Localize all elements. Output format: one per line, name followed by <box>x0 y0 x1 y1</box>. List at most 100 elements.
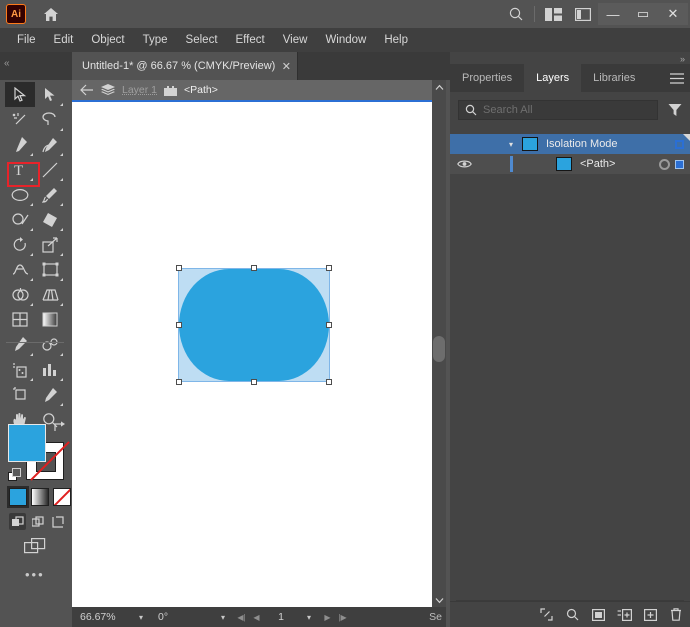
type-tool[interactable]: T <box>5 157 35 182</box>
scroll-up-arrow-icon[interactable] <box>432 80 446 94</box>
selection-handle[interactable] <box>326 379 332 385</box>
artboard-tool[interactable] <box>5 382 35 407</box>
page-number-field[interactable]: 1 <box>264 611 298 623</box>
target-icon[interactable] <box>659 158 670 170</box>
previous-page-button[interactable]: ◀ <box>249 613 264 622</box>
shape-builder-tool[interactable] <box>5 282 35 307</box>
close-icon[interactable]: ✕ <box>275 52 297 80</box>
search-input[interactable]: Search All <box>458 100 658 120</box>
scale-tool[interactable] <box>35 232 65 257</box>
layer-row-path[interactable]: <Path> <box>450 154 690 174</box>
filter-funnel-icon[interactable] <box>666 100 684 120</box>
column-graph-tool[interactable] <box>35 357 65 382</box>
breadcrumb-layer-label[interactable]: Layer 1 <box>122 84 157 96</box>
artboard[interactable] <box>72 102 446 607</box>
direct-selection-tool[interactable] <box>35 82 65 107</box>
panel-menu-icon[interactable] <box>664 64 690 92</box>
search-layer-icon[interactable] <box>564 607 580 623</box>
eraser-tool[interactable] <box>35 207 65 232</box>
color-mode-gradient[interactable] <box>31 488 49 506</box>
selection-handle[interactable] <box>251 379 257 385</box>
menu-item-window[interactable]: Window <box>316 28 375 52</box>
menu-item-select[interactable]: Select <box>177 28 227 52</box>
lasso-tool[interactable] <box>35 107 65 132</box>
maximize-button[interactable]: ▭ <box>628 3 658 25</box>
eyedropper-tool[interactable] <box>5 332 35 357</box>
selection-handle[interactable] <box>251 265 257 271</box>
layer-row-isolation-mode[interactable]: ▾ Isolation Mode <box>450 134 690 154</box>
swap-fill-stroke-icon[interactable] <box>53 420 66 433</box>
arrange-documents-icon[interactable] <box>538 0 568 28</box>
menu-item-object[interactable]: Object <box>82 28 133 52</box>
chevron-down-icon[interactable]: ▾ <box>509 140 513 149</box>
rotation-dropdown-chevron-down-icon[interactable]: ▾ <box>212 613 234 622</box>
draw-inside-mode[interactable] <box>49 513 66 530</box>
next-page-button[interactable]: ▶ <box>320 613 335 622</box>
close-button[interactable]: ✕ <box>658 3 688 25</box>
line-segment-tool[interactable] <box>35 157 65 182</box>
new-sublayer-icon[interactable] <box>616 607 632 623</box>
new-layer-icon[interactable] <box>642 607 658 623</box>
tab-layers[interactable]: Layers <box>524 64 582 92</box>
tab-libraries[interactable]: Libraries <box>581 64 647 92</box>
first-page-button[interactable]: ◀| <box>234 613 249 622</box>
selection-handle[interactable] <box>176 265 182 271</box>
draw-behind-mode[interactable] <box>29 513 46 530</box>
eye-icon[interactable] <box>450 159 478 169</box>
zoom-level-value[interactable]: 66.67% <box>72 611 130 623</box>
make-mask-icon[interactable] <box>590 607 606 623</box>
width-tool[interactable] <box>5 257 35 282</box>
draw-normal-mode[interactable] <box>9 513 26 530</box>
canvas-area[interactable] <box>72 102 446 607</box>
curvature-tool[interactable] <box>35 132 65 157</box>
perspective-grid-tool[interactable] <box>35 282 65 307</box>
more-tools-icon[interactable]: ••• <box>25 567 45 582</box>
menu-item-edit[interactable]: Edit <box>45 28 83 52</box>
magic-wand-tool[interactable] <box>5 107 35 132</box>
layer-name[interactable]: <Path> <box>580 158 615 170</box>
pen-tool[interactable] <box>5 132 35 157</box>
color-mode-none[interactable] <box>53 488 71 506</box>
selection-handle[interactable] <box>176 322 182 328</box>
locate-object-icon[interactable] <box>538 607 554 623</box>
panel-grabber[interactable] <box>433 336 445 362</box>
selection-tool[interactable] <box>5 82 35 107</box>
menu-item-file[interactable]: File <box>8 28 45 52</box>
selection-indicator[interactable] <box>675 159 684 169</box>
color-mode-color[interactable] <box>7 486 29 508</box>
paintbrush-tool[interactable] <box>35 182 65 207</box>
blend-tool[interactable] <box>35 332 65 357</box>
workspace-switcher-icon[interactable] <box>568 0 598 28</box>
home-icon[interactable] <box>40 3 62 25</box>
menu-item-view[interactable]: View <box>274 28 317 52</box>
rotate-tool[interactable] <box>5 232 35 257</box>
gradient-tool[interactable] <box>35 307 65 332</box>
menu-item-help[interactable]: Help <box>375 28 417 52</box>
ellipse-tool[interactable] <box>5 182 35 207</box>
zoom-dropdown-chevron-down-icon[interactable]: ▾ <box>130 613 152 622</box>
selection-handle[interactable] <box>326 322 332 328</box>
selection-handle[interactable] <box>326 265 332 271</box>
status-bar-info-label[interactable]: Se <box>429 611 446 623</box>
rounded-blue-shape[interactable] <box>179 269 329 381</box>
panel-collapse-icon[interactable]: » <box>680 54 685 64</box>
expand-toggle[interactable]: ▾ <box>500 140 522 149</box>
rotation-value[interactable]: 0° <box>152 611 212 623</box>
collapse-left-icon[interactable]: « <box>4 58 9 69</box>
symbol-sprayer-tool[interactable] <box>5 357 35 382</box>
scroll-down-arrow-icon[interactable] <box>432 593 446 607</box>
search-icon[interactable] <box>501 0 531 28</box>
layer-name[interactable]: Isolation Mode <box>546 138 618 150</box>
shaper-tool[interactable] <box>5 207 35 232</box>
fill-swatch[interactable] <box>8 424 46 462</box>
last-page-button[interactable]: |▶ <box>335 613 350 622</box>
tab-properties[interactable]: Properties <box>450 64 524 92</box>
page-dropdown-chevron-down-icon[interactable]: ▾ <box>298 613 320 622</box>
minimize-button[interactable]: — <box>598 3 628 25</box>
selection-handle[interactable] <box>176 379 182 385</box>
menu-item-effect[interactable]: Effect <box>227 28 274 52</box>
slice-tool[interactable] <box>35 382 65 407</box>
canvas-vertical-scrollbar[interactable] <box>432 80 446 607</box>
document-tab[interactable]: Untitled-1* @ 66.67 % (CMYK/Preview) ✕ <box>72 52 299 80</box>
mesh-tool[interactable] <box>5 307 35 332</box>
